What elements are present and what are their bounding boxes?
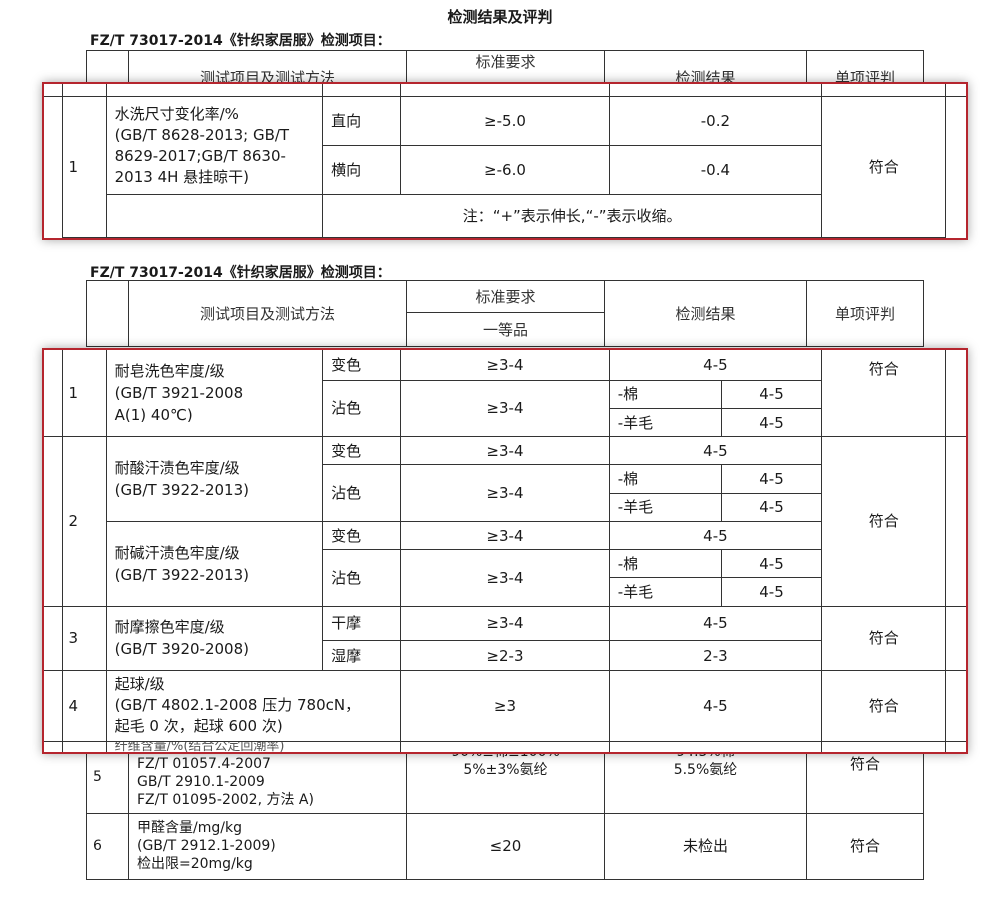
- shrinkage-table: 1 水洗尺寸变化率/% (GB/T 8628-2013; GB/T 8629-2…: [44, 84, 966, 239]
- header-standard: 标准要求: [406, 280, 605, 313]
- fiber-label: -羊毛: [608, 407, 722, 438]
- result-value: 4-5: [608, 350, 823, 381]
- test-item-text: 水洗尺寸变化率/% (GB/T 8628-2013; GB/T 8629-201…: [114, 104, 290, 186]
- stain-label: 沾色: [322, 464, 402, 522]
- result-value: 4-5: [720, 492, 823, 522]
- fiber-label: -棉: [608, 549, 722, 579]
- row-no: 3: [61, 605, 107, 672]
- standard-label: FZ/T 73017-2014《针织家居服》检测项目：: [90, 265, 391, 281]
- test-item-formaldehyde: 甲醛含量/mg/kg (GB/T 2912.1-2009) 检出限=20mg/k…: [128, 812, 407, 881]
- table-header: 测试项目及测试方法 标准要求 检测结果 单项评判 一等品: [86, 280, 924, 347]
- header-grade: 一等品: [406, 312, 605, 347]
- fiber-label: -羊毛: [608, 577, 722, 607]
- test-item-acid: 耐酸汗渍色牢度/级 (GB/T 3922-2013): [105, 436, 324, 522]
- header-test-item: 测试项目及测试方法: [128, 280, 407, 347]
- result-value: 4-5: [720, 549, 823, 579]
- requirement-value: ≥-6.0: [400, 145, 610, 195]
- result-value: -0.4: [608, 145, 823, 195]
- row-no: 1: [61, 96, 107, 238]
- page-title: 检测结果及评判: [447, 8, 553, 26]
- result-value: 2-3: [608, 639, 823, 672]
- highlight-frame-1: 1 水洗尺寸变化率/% (GB/T 8628-2013; GB/T 8629-2…: [42, 82, 968, 240]
- test-item-alkaline: 耐碱汗渍色牢度/级 (GB/T 3922-2013): [105, 520, 324, 607]
- requirement-value: ≥3-4: [400, 350, 610, 381]
- header-result: 检测结果: [604, 280, 807, 347]
- change-label: 变色: [322, 436, 402, 466]
- requirement-value: ≥3-4: [400, 549, 610, 607]
- test-item-rubbing: 耐摩擦色牢度/级 (GB/T 3920-2008): [105, 605, 324, 672]
- test-item-soap: 耐皂洗色牢度/级 (GB/T 3921-2008 A(1) 40℃): [105, 350, 324, 438]
- result-value: -0.2: [608, 96, 823, 147]
- requirement-formaldehyde: ≤20: [406, 812, 605, 881]
- result-value: 4-5: [720, 379, 823, 409]
- change-label: 变色: [322, 520, 402, 551]
- verdict-value: 符合: [821, 350, 947, 438]
- header-verdict: 单项评判: [806, 280, 924, 347]
- requirement-value: ≥3: [400, 670, 610, 742]
- result-fiber-value: 5.5%氨纶: [673, 762, 738, 778]
- requirement-fiber-value: 5%±3%氨纶: [463, 762, 548, 778]
- row-no: 2: [61, 436, 107, 607]
- result-value: 4-5: [608, 436, 823, 466]
- requirement-value: ≥3-4: [400, 379, 610, 438]
- result-value: 4-5: [608, 605, 823, 641]
- verdict-value: 符合: [821, 605, 947, 672]
- requirement-value: ≥3-4: [400, 520, 610, 551]
- result-value: 4-5: [720, 464, 823, 494]
- requirement-value: ≥-5.0: [400, 96, 610, 147]
- verdict-value: 符合: [806, 812, 924, 881]
- direction-label: 横向: [322, 145, 402, 195]
- standard-label: FZ/T 73017-2014《针织家居服》检测项目：: [90, 33, 391, 49]
- result-value: 4-5: [720, 407, 823, 438]
- fiber-label: -羊毛: [608, 492, 722, 522]
- row-no: 4: [61, 670, 107, 742]
- row-no: 6: [86, 812, 129, 881]
- requirement-value: ≥3-4: [400, 464, 610, 522]
- requirement-value: ≥3-4: [400, 436, 610, 466]
- stain-label: 沾色: [322, 549, 402, 607]
- stain-label: 沾色: [322, 379, 402, 438]
- requirement-value: ≥2-3: [400, 639, 610, 672]
- verdict-value: 符合: [821, 670, 947, 742]
- fiber-label: -棉: [608, 464, 722, 494]
- requirement-value: ≥3-4: [400, 605, 610, 641]
- dry-label: 干摩: [322, 605, 402, 641]
- highlight-frame-2: 1 耐皂洗色牢度/级 (GB/T 3921-2008 A(1) 40℃) 变色 …: [42, 348, 968, 754]
- row-no: 1: [61, 350, 107, 438]
- result-value: 4-5: [720, 577, 823, 607]
- verdict-value: 符合: [821, 96, 947, 238]
- table-note: 注：“+”表示伸长,“-”表示收缩。: [322, 193, 823, 239]
- direction-label: 直向: [322, 96, 402, 147]
- result-formaldehyde: 未检出: [604, 812, 807, 881]
- fiber-label: -棉: [608, 379, 722, 409]
- test-item-fiber-partial: 纤维含量/%(结合公定回潮率): [105, 740, 402, 752]
- test-item-shrinkage: 水洗尺寸变化率/% (GB/T 8628-2013; GB/T 8629-201…: [105, 96, 324, 195]
- colorfastness-table: 1 耐皂洗色牢度/级 (GB/T 3921-2008 A(1) 40℃) 变色 …: [44, 350, 966, 752]
- wet-label: 湿摩: [322, 639, 402, 672]
- result-value: 4-5: [608, 520, 823, 551]
- header-no-cell: [86, 280, 129, 347]
- test-item-pilling: 起球/级 (GB/T 4802.1-2008 压力 780cN， 起毛 0 次，…: [105, 670, 402, 742]
- change-label: 变色: [322, 350, 402, 381]
- result-value: 4-5: [608, 670, 823, 742]
- lower-table: 5 FZ/T 01057.4-2007 GB/T 2910.1-2009 FZ/…: [86, 740, 924, 881]
- verdict-value: 符合: [821, 436, 947, 607]
